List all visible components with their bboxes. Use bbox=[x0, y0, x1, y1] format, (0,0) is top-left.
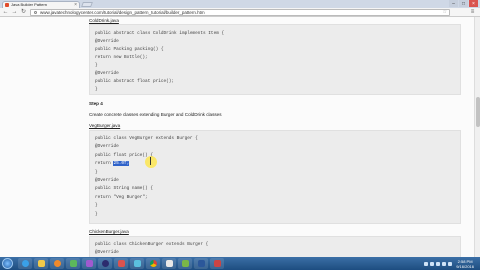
window-controls: – □ × bbox=[449, 0, 478, 7]
app-taskbar-icon[interactable] bbox=[130, 258, 144, 269]
app-taskbar-icon[interactable] bbox=[114, 258, 128, 269]
address-bar[interactable]: www.javatechnologycenter.com/tutorial/de… bbox=[30, 9, 450, 16]
code-lines-colddrink: public abstract class ColdDrink implemen… bbox=[95, 30, 224, 94]
code-line: } bbox=[95, 211, 98, 217]
vertical-scrollbar[interactable] bbox=[474, 17, 480, 257]
address-url: www.javatechnologycenter.com/tutorial/de… bbox=[40, 10, 205, 15]
eclipse-taskbar-icon[interactable] bbox=[98, 258, 112, 269]
new-tab-button[interactable] bbox=[81, 2, 93, 7]
code-line: @Override bbox=[95, 178, 119, 184]
chrome-taskbar-icon[interactable] bbox=[146, 258, 160, 269]
favicon-icon bbox=[5, 3, 9, 7]
bookmark-star-icon[interactable]: ☆ bbox=[443, 10, 447, 15]
code-lines-chickenburger: public class ChickenBurger extends Burge… bbox=[95, 241, 208, 258]
explorer-taskbar-icon[interactable] bbox=[34, 258, 48, 269]
start-button[interactable] bbox=[2, 258, 13, 269]
taskbar: 2:58 PM 9/16/2016 bbox=[0, 257, 480, 270]
tray-icons[interactable] bbox=[424, 261, 453, 266]
code-line: } bbox=[95, 87, 98, 92]
system-tray: 2:58 PM 9/16/2016 bbox=[424, 257, 480, 270]
app-taskbar-icon[interactable] bbox=[210, 258, 224, 269]
browser-tab[interactable]: Java Builder Pattern × bbox=[2, 1, 80, 8]
code-line: return new Bottle(); bbox=[95, 55, 148, 60]
close-window-button[interactable]: × bbox=[469, 0, 478, 7]
code-line: } bbox=[95, 63, 98, 68]
step-label: Step 4 bbox=[89, 101, 103, 106]
code-line: @Override bbox=[95, 144, 119, 150]
app-taskbar-icon[interactable] bbox=[178, 258, 192, 269]
forward-button[interactable]: → bbox=[11, 9, 18, 16]
maximize-button[interactable]: □ bbox=[459, 0, 468, 7]
clock-date: 9/16/2016 bbox=[456, 263, 474, 269]
code-text: return bbox=[95, 161, 114, 167]
code-line: public String name() { bbox=[95, 186, 153, 192]
cursor-highlight bbox=[145, 156, 157, 168]
app-taskbar-icon[interactable] bbox=[162, 258, 176, 269]
step-description: Create concrete classes extending Burger… bbox=[89, 112, 222, 117]
code-line: @Override bbox=[95, 71, 119, 76]
menu-icon[interactable]: ≡ bbox=[469, 9, 476, 16]
code-line: } bbox=[95, 169, 98, 175]
back-button[interactable]: ← bbox=[2, 9, 9, 16]
word-taskbar-icon[interactable] bbox=[194, 258, 208, 269]
media-player-taskbar-icon[interactable] bbox=[50, 258, 64, 269]
file-heading-colddrink: ColdDrink.java bbox=[89, 18, 119, 23]
file-heading-vegburger: VegBurger.java bbox=[89, 123, 121, 128]
code-line: public class VegBurger extends Burger { bbox=[95, 136, 198, 141]
file-heading-chickenburger: ChickenBurger.java bbox=[89, 229, 129, 234]
tab-bar: Java Builder Pattern × – □ × bbox=[0, 0, 480, 8]
scrollbar-thumb[interactable] bbox=[476, 97, 480, 127]
code-line: public Packing packing() { bbox=[95, 47, 164, 52]
clock[interactable]: 2:58 PM 9/16/2016 bbox=[456, 259, 474, 269]
app-taskbar-icon[interactable] bbox=[66, 258, 80, 269]
code-lines-vegburger: public class VegBurger extends Burger { @… bbox=[95, 135, 198, 219]
code-line: public class ChickenBurger extends Burge… bbox=[95, 242, 209, 247]
code-line: public abstract float price(); bbox=[95, 79, 175, 84]
reload-button[interactable]: ↻ bbox=[20, 9, 27, 16]
code-line: @Override bbox=[95, 39, 119, 44]
clock-time: 2:58 PM bbox=[457, 258, 473, 264]
browser-toolbar: ← → ↻ www.javatechnologycenter.com/tutor… bbox=[0, 8, 480, 17]
app-taskbar-icon[interactable] bbox=[82, 258, 96, 269]
page-info-icon bbox=[34, 11, 37, 14]
text-cursor-icon bbox=[150, 157, 151, 165]
ie-taskbar-icon[interactable] bbox=[18, 258, 32, 269]
code-line: return "Veg Burger"; bbox=[95, 194, 148, 200]
code-line: public abstract class ColdDrink implemen… bbox=[95, 31, 225, 36]
tab-title: Java Builder Pattern bbox=[11, 2, 48, 7]
minimize-button[interactable]: – bbox=[449, 0, 458, 7]
selected-text[interactable]: 25.0f; bbox=[113, 161, 130, 167]
code-line: } bbox=[95, 203, 98, 209]
